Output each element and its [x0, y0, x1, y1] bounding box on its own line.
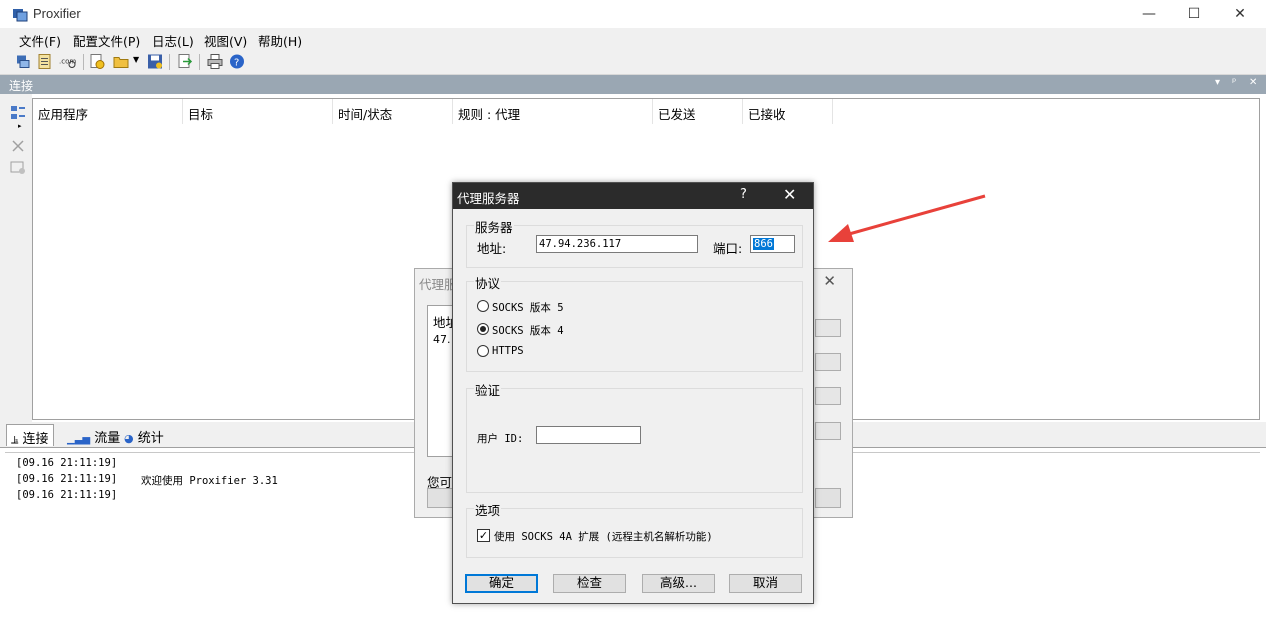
radio-https-label[interactable]: HTTPS: [492, 345, 524, 357]
menu-view[interactable]: 视图(V): [204, 31, 247, 50]
bg-remove-button[interactable]: [815, 387, 841, 405]
proxy-servers-icon[interactable]: [15, 53, 31, 70]
save-profile-icon[interactable]: [147, 53, 163, 70]
radio-socks4-label[interactable]: SOCKS 版本 4: [492, 323, 564, 338]
dialog-close-button[interactable]: ✕: [783, 185, 796, 204]
bg-dialog-title: 代理服: [419, 277, 457, 292]
address-input[interactable]: 47.94.236.117: [536, 235, 698, 253]
tab-traffic-label: 流量: [94, 431, 121, 446]
protocol-group-label: 协议: [474, 273, 502, 292]
minimize-button[interactable]: —: [1126, 0, 1172, 28]
maximize-button[interactable]: ☐: [1171, 0, 1217, 28]
toolbar-separator: [83, 54, 84, 70]
panel-menu-icon[interactable]: ▾: [1215, 77, 1220, 88]
side-toolbar: ▸: [0, 94, 32, 422]
authentication-group-label: 验证: [474, 380, 502, 399]
socks4a-checkbox[interactable]: ✓: [477, 529, 490, 542]
server-group-label: 服务器: [474, 217, 514, 236]
bg-footer-button[interactable]: [427, 488, 453, 508]
toolbar: .com ▼ ?: [0, 50, 1266, 75]
ok-button[interactable]: 确定: [465, 574, 538, 593]
column-header-application[interactable]: 应用程序: [33, 99, 183, 124]
menu-help[interactable]: 帮助(H): [258, 31, 302, 50]
bg-footer-button[interactable]: [815, 488, 841, 508]
dialog-title: 代理服务器: [457, 191, 520, 206]
radio-socks4[interactable]: [477, 323, 489, 335]
port-label: 端口:: [713, 241, 743, 256]
log-message: 欢迎使用 Proxifier 3.31: [141, 475, 278, 487]
log-timestamp: [09.16 21:11:19]: [16, 457, 118, 469]
menu-bar: 文件(F) 配置文件(P) 日志(L) 视图(V) 帮助(H): [0, 28, 1266, 50]
column-header-sent[interactable]: 已发送: [653, 99, 743, 124]
port-input[interactable]: 866: [750, 235, 795, 253]
help-icon[interactable]: ?: [229, 53, 245, 70]
radio-socks5[interactable]: [477, 300, 489, 312]
bg-add-button[interactable]: [815, 319, 841, 337]
connections-tab-icon: ⫡: [11, 433, 19, 446]
column-header-rule-proxy[interactable]: 规则 : 代理: [453, 99, 653, 124]
bg-check-button[interactable]: [815, 422, 841, 440]
port-value: 866: [753, 238, 774, 250]
panel-pin-icon[interactable]: ᵖ: [1232, 77, 1236, 88]
bg-dialog-close-icon[interactable]: ✕: [823, 272, 836, 290]
new-profile-icon[interactable]: [89, 53, 105, 70]
radio-https[interactable]: [477, 345, 489, 357]
advanced-button[interactable]: 高级...: [642, 574, 715, 593]
help-button[interactable]: ?: [740, 187, 747, 202]
pie-chart-icon: ◕: [124, 432, 134, 445]
radio-socks5-label[interactable]: SOCKS 版本 5: [492, 300, 564, 315]
toolbar-separator: [199, 54, 200, 70]
address-label: 地址:: [477, 241, 507, 256]
user-id-label: 用户 ID:: [477, 433, 524, 445]
proxy-server-dialog: 代理服务器 ? ✕ 服务器 地址: 47.94.236.117 端口: 866 …: [452, 182, 814, 604]
tab-connections[interactable]: ⫡ 连接: [6, 424, 54, 447]
column-header-time-status[interactable]: 时间/状态: [333, 99, 453, 124]
connections-panel-header: 连接 ▾ ᵖ ✕: [0, 75, 1266, 94]
proxifier-app-icon: [13, 9, 28, 22]
traffic-chart-icon: ▁▃▅: [67, 434, 91, 445]
options-group-label: 选项: [474, 500, 502, 519]
tab-statistics[interactable]: ◕ 统计: [120, 424, 168, 446]
properties-icon[interactable]: [10, 160, 26, 176]
menu-profile[interactable]: 配置文件(P): [73, 31, 140, 50]
tab-statistics-label: 统计: [137, 431, 164, 446]
bg-edit-button[interactable]: [815, 353, 841, 371]
tab-connections-label: 连接: [22, 432, 49, 447]
bg-list-value: 47.: [433, 333, 451, 346]
tab-traffic[interactable]: ▁▃▅ 流量: [63, 424, 124, 446]
close-connection-icon[interactable]: [10, 138, 26, 154]
svg-text:?: ?: [234, 58, 239, 69]
options-group: 选项 ✓ 使用 SOCKS 4A 扩展 (远程主机名解析功能): [466, 500, 803, 558]
dialog-title-bar: 代理服务器 ? ✕: [453, 183, 813, 209]
title-bar: Proxifier — ☐ ✕: [0, 0, 1266, 28]
column-header-received[interactable]: 已接收: [743, 99, 833, 124]
protocol-group: 协议 SOCKS 版本 5 SOCKS 版本 4 HTTPS: [466, 273, 803, 372]
name-resolution-icon[interactable]: .com: [58, 53, 78, 70]
open-profile-icon[interactable]: [113, 53, 129, 70]
log-timestamp: [09.16 21:11:19]: [16, 489, 118, 501]
print-icon[interactable]: [207, 53, 223, 70]
cancel-button[interactable]: 取消: [729, 574, 802, 593]
tree-view-icon[interactable]: [10, 105, 26, 121]
window-title: Proxifier: [33, 6, 81, 21]
panel-title: 连接: [9, 79, 34, 93]
close-window-button[interactable]: ✕: [1217, 0, 1263, 28]
rules-icon[interactable]: [37, 53, 53, 70]
log-timestamp: [09.16 21:11:19]: [16, 473, 118, 485]
panel-close-icon[interactable]: ✕: [1249, 77, 1257, 88]
socks4a-checkbox-label[interactable]: 使用 SOCKS 4A 扩展 (远程主机名解析功能): [494, 529, 713, 544]
check-button[interactable]: 检查: [553, 574, 626, 593]
menu-file[interactable]: 文件(F): [19, 31, 61, 50]
red-annotation-arrow-icon: [828, 194, 986, 242]
menu-log[interactable]: 日志(L): [152, 31, 194, 50]
toolbar-separator: [169, 54, 170, 70]
user-id-input[interactable]: [536, 426, 641, 444]
export-profile-icon[interactable]: [177, 53, 193, 70]
column-header-target[interactable]: 目标: [183, 99, 333, 124]
